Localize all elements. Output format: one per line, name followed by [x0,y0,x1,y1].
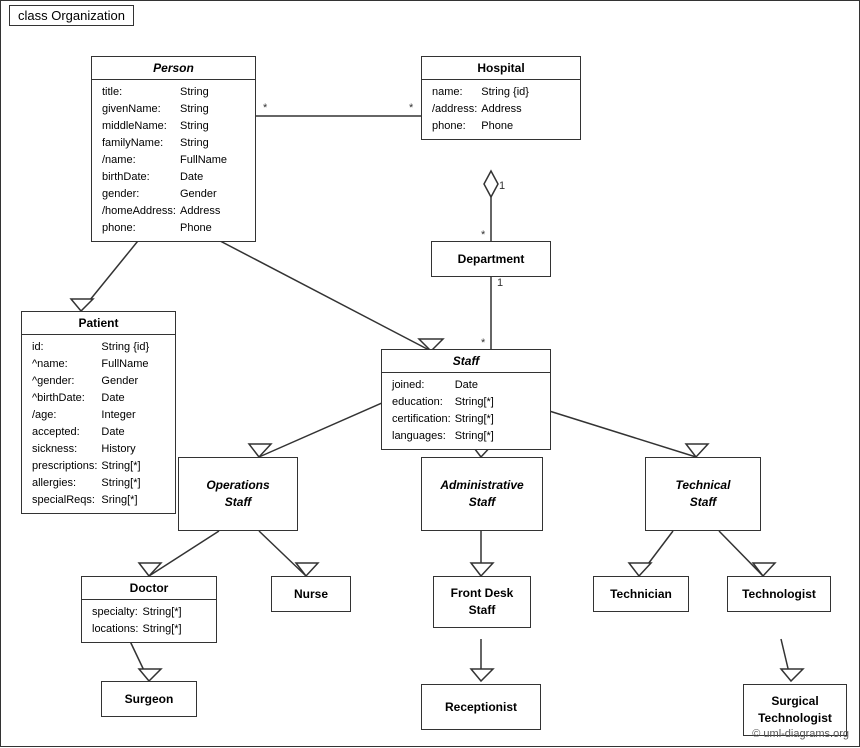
administrative-staff-class: AdministrativeStaff [421,457,543,531]
technical-staff-class: TechnicalStaff [645,457,761,531]
receptionist-class: Receptionist [421,684,541,730]
surgeon-class: Surgeon [101,681,197,717]
svg-text:*: * [263,102,268,114]
svg-text:1: 1 [497,277,503,289]
doctor-class: Doctor specialty:String[*] locations:Str… [81,576,217,643]
administrative-staff-title: AdministrativeStaff [440,477,523,511]
copyright: © uml-diagrams.org [752,728,849,740]
hospital-class: Hospital name:String {id} /address:Addre… [421,56,581,140]
operations-staff-class: OperationsStaff [178,457,298,531]
surgeon-title: Surgeon [125,692,174,706]
person-title: Person [92,57,255,80]
patient-title: Patient [22,312,175,335]
technician-title: Technician [610,587,672,601]
person-class: Person title:String givenName:String mid… [91,56,256,242]
operations-staff-title: OperationsStaff [206,477,269,511]
department-class: Department [431,241,551,277]
surgical-technologist-title: SurgicalTechnologist [758,693,832,727]
diagram-title: class Organization [9,5,134,26]
technologist-title: Technologist [742,587,816,601]
receptionist-title: Receptionist [445,700,517,714]
nurse-title: Nurse [294,587,328,601]
staff-class: Staff joined:Date education:String[*] ce… [381,349,551,450]
patient-attrs: id:String {id} ^name:FullName ^gender:Ge… [22,335,175,513]
doctor-title: Doctor [82,577,216,600]
doctor-attrs: specialty:String[*] locations:String[*] [82,600,216,642]
svg-text:*: * [481,229,486,241]
diagram-container: class Organization 1 * * * 1 * [0,0,860,747]
patient-class: Patient id:String {id} ^name:FullName ^g… [21,311,176,514]
front-desk-staff-title: Front DeskStaff [451,585,514,619]
front-desk-staff-class: Front DeskStaff [433,576,531,628]
department-title: Department [458,252,525,266]
staff-title: Staff [382,350,550,373]
technical-staff-title: TechnicalStaff [676,477,731,511]
hospital-attrs: name:String {id} /address:Address phone:… [422,80,580,139]
technician-class: Technician [593,576,689,612]
svg-text:*: * [409,102,414,114]
staff-attrs: joined:Date education:String[*] certific… [382,373,550,449]
technologist-class: Technologist [727,576,831,612]
person-attrs: title:String givenName:String middleName… [92,80,255,241]
svg-text:*: * [481,337,486,349]
svg-text:1: 1 [499,180,505,192]
nurse-class: Nurse [271,576,351,612]
hospital-title: Hospital [422,57,580,80]
